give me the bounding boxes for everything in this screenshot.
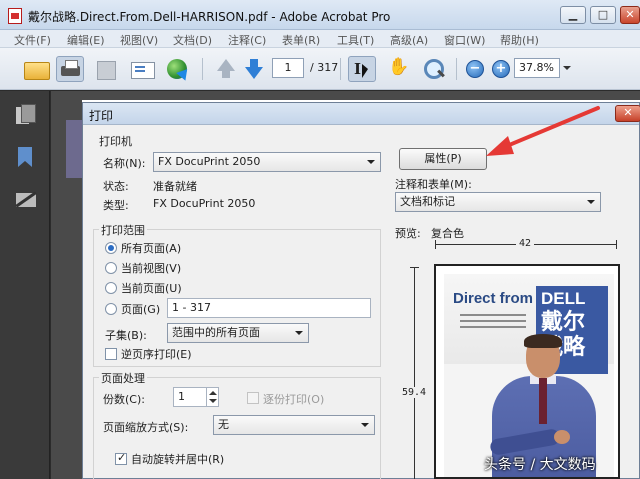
red-arrow-annotation-icon bbox=[486, 106, 600, 156]
watermark: 头条号 / 大文数码 bbox=[484, 457, 596, 473]
